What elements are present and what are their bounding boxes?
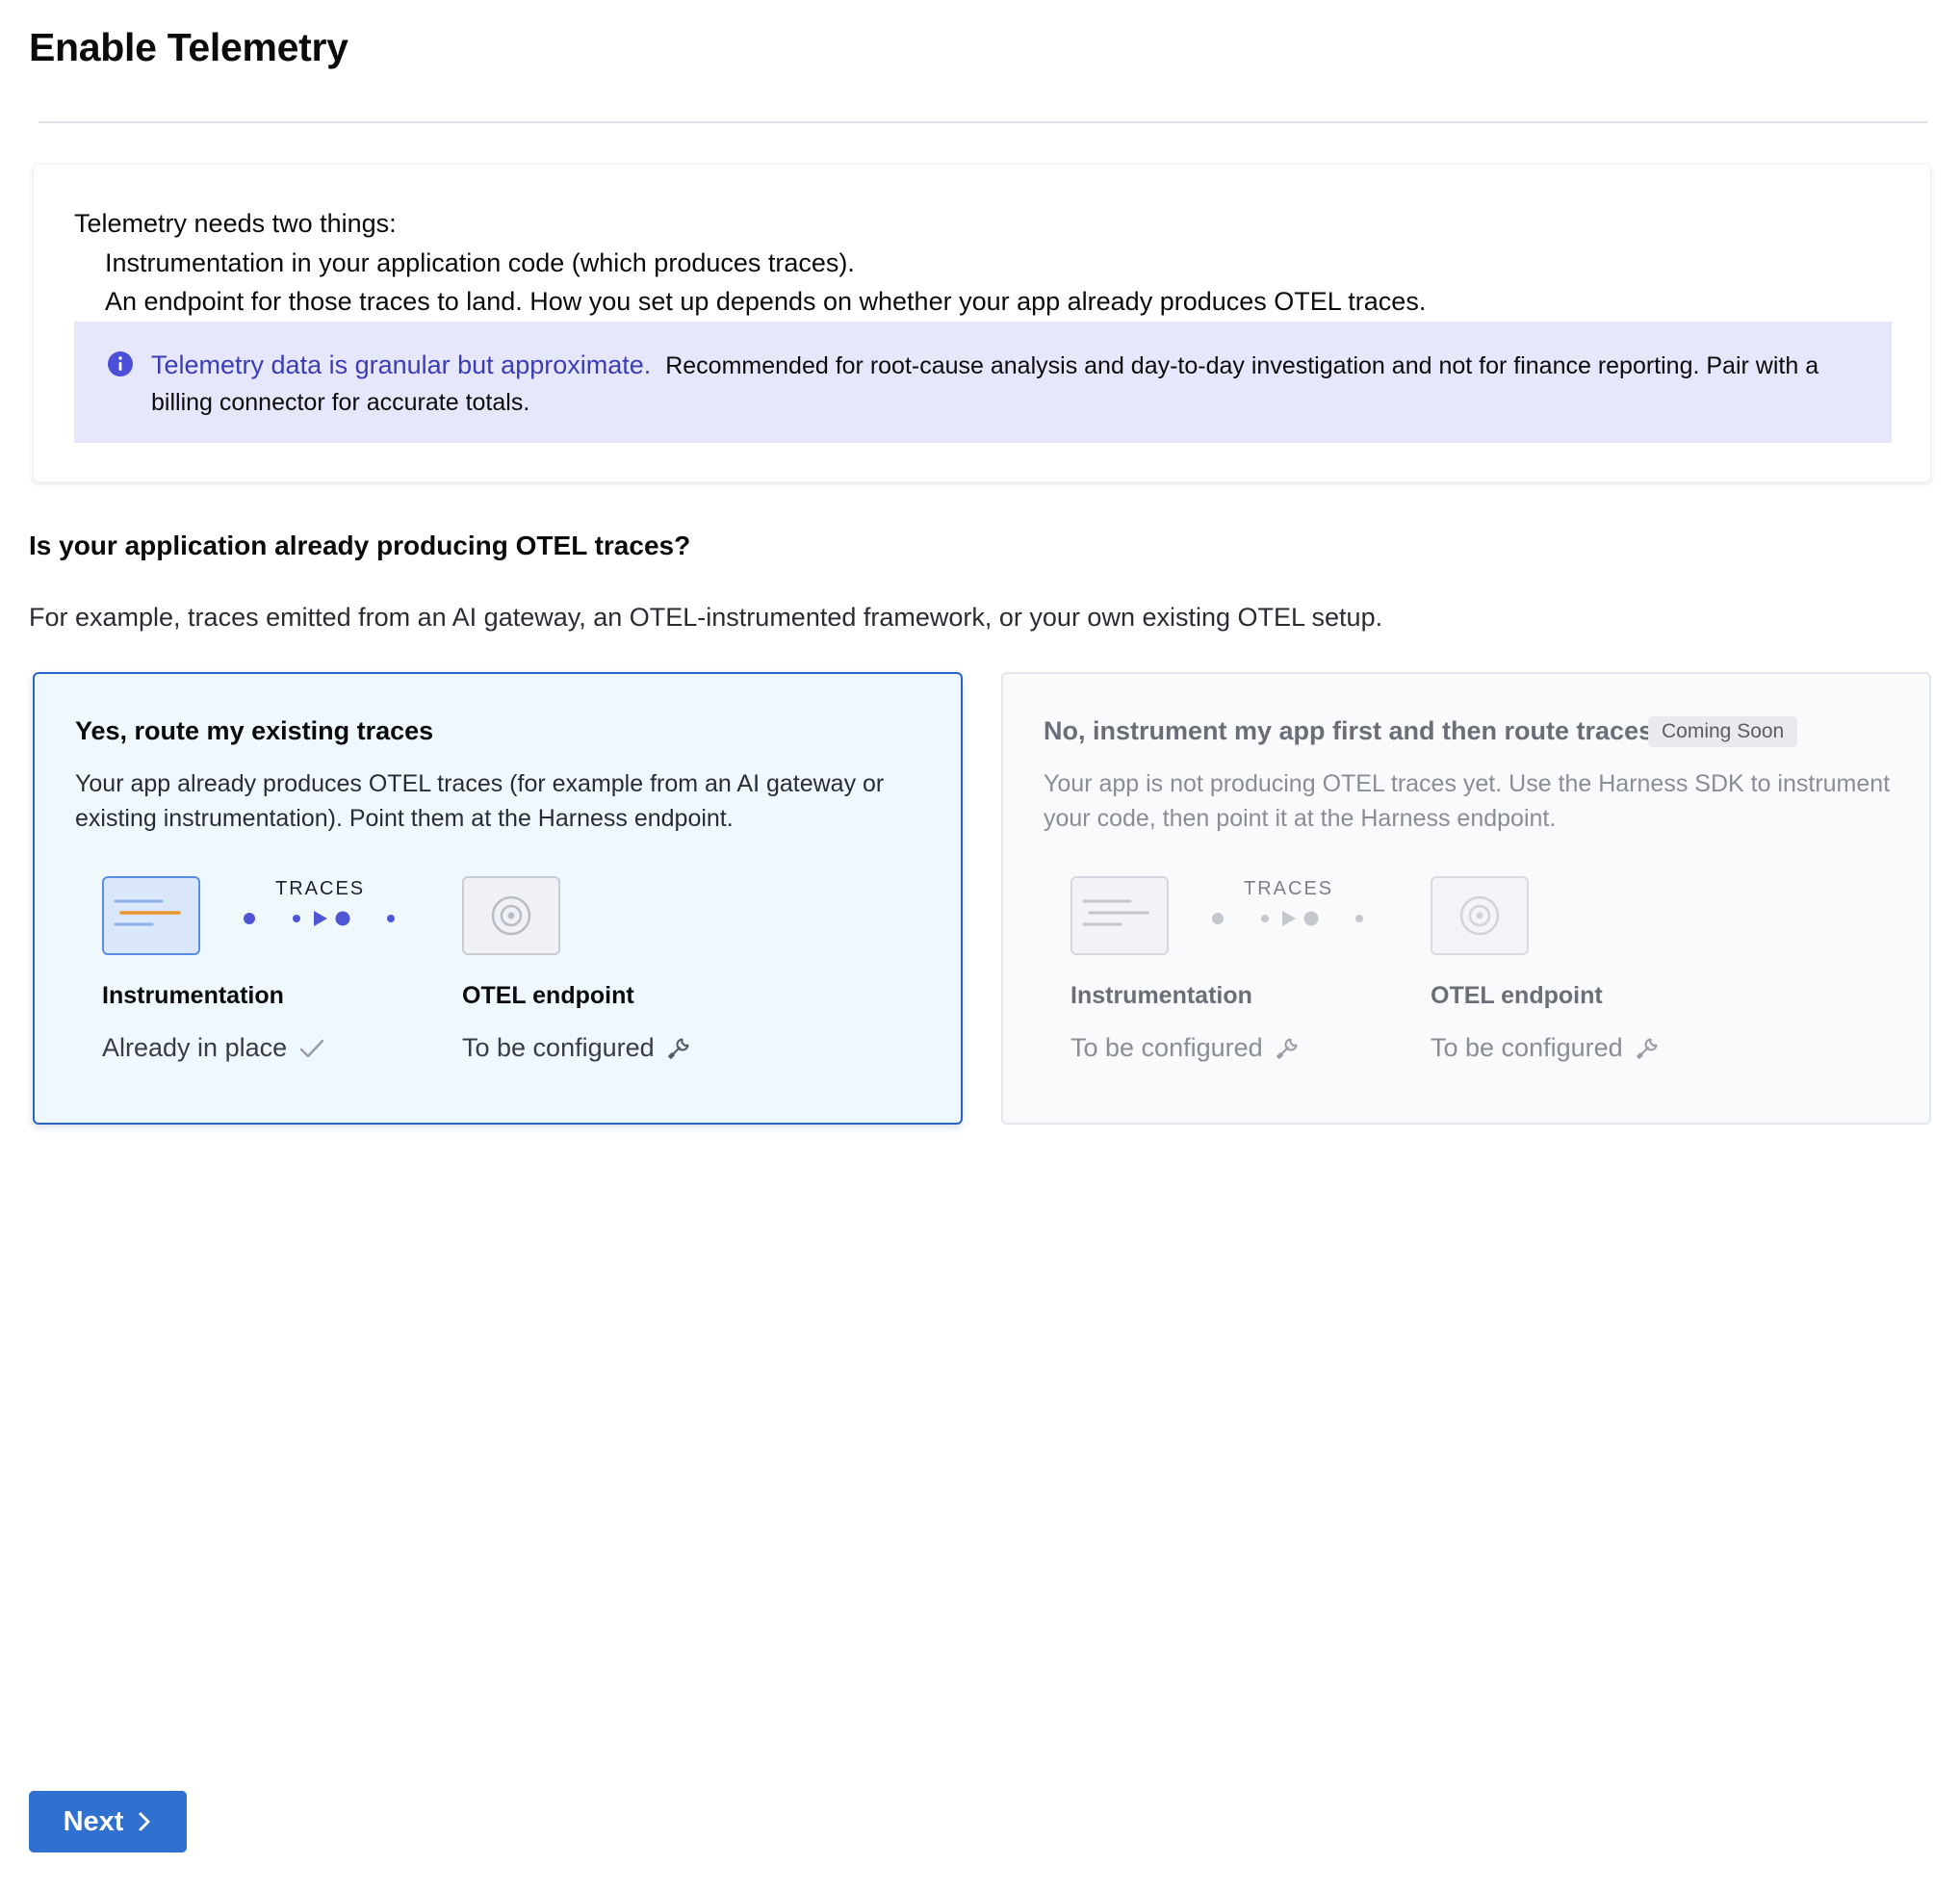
- endpoint-title: OTEL endpoint: [462, 982, 634, 1009]
- coming-soon-badge: Coming Soon: [1648, 716, 1798, 747]
- instrumentation-title: Instrumentation: [102, 982, 284, 1009]
- callout-title: Telemetry data is granular but approxima…: [151, 350, 652, 379]
- endpoint-status: To be configured: [1431, 1033, 1660, 1063]
- instrumentation-status: To be configured: [1070, 1033, 1300, 1063]
- check-icon: [299, 1039, 324, 1057]
- info-callout: Telemetry data is granular but approxima…: [74, 322, 1892, 443]
- intro-lead: Telemetry needs two things:: [74, 209, 397, 238]
- endpoint-status: To be configured: [462, 1033, 691, 1063]
- enable-telemetry-page: Enable Telemetry Telemetry needs two thi…: [0, 0, 1960, 1891]
- traces-label: TRACES: [275, 878, 366, 899]
- intro-item: Instrumentation in your application code…: [105, 248, 855, 277]
- trace-flow-arrow-icon: [1171, 911, 1431, 926]
- endpoint-column: OTEL endpoint To be configured: [1431, 982, 1660, 1063]
- instrumentation-title: Instrumentation: [1070, 982, 1252, 1009]
- code-document-icon: [102, 876, 200, 955]
- question-hint: For example, traces emitted from an AI g…: [29, 603, 1383, 632]
- code-document-icon: [1070, 876, 1169, 955]
- wrench-icon: [1636, 1038, 1658, 1059]
- question-title: Is your application already producing OT…: [29, 531, 691, 560]
- option-description: Your app is not producing OTEL traces ye…: [1044, 770, 1891, 832]
- endpoint-target-icon: [1431, 876, 1529, 955]
- intro-item: An endpoint for those traces to land. Ho…: [105, 287, 1427, 316]
- trace-flow-diagram: TRACES: [102, 876, 603, 963]
- header-divider: [39, 121, 1927, 123]
- instrumentation-status: Already in place: [102, 1033, 325, 1063]
- trace-flow-diagram: TRACES: [1070, 876, 1571, 963]
- trace-flow-arrow-icon: [202, 911, 462, 926]
- page-title: Enable Telemetry: [29, 25, 348, 69]
- next-button-label: Next: [63, 1805, 124, 1837]
- info-icon: [108, 351, 133, 376]
- instrumentation-column: Instrumentation To be configured: [1070, 982, 1300, 1063]
- intro-card: Telemetry needs two things: Instrumentat…: [33, 164, 1931, 482]
- endpoint-title: OTEL endpoint: [1431, 982, 1603, 1009]
- wrench-icon: [667, 1038, 689, 1059]
- next-button[interactable]: Next: [29, 1791, 187, 1852]
- option-title: Yes, route my existing traces: [75, 716, 434, 745]
- instrumentation-column: Instrumentation Already in place: [102, 982, 325, 1063]
- wrench-icon: [1276, 1038, 1298, 1059]
- endpoint-column: OTEL endpoint To be configured: [462, 982, 691, 1063]
- option-description: Your app already produces OTEL traces (f…: [75, 770, 885, 832]
- option-card-no[interactable]: No, instrument my app first and then rou…: [1001, 672, 1931, 1125]
- chevron-right-icon: [139, 1812, 150, 1831]
- traces-label: TRACES: [1244, 878, 1334, 899]
- option-title: No, instrument my app first and then rou…: [1044, 716, 1654, 745]
- callout-text: Telemetry data is granular but approxima…: [151, 347, 1865, 421]
- endpoint-target-icon: [462, 876, 560, 955]
- option-card-yes[interactable]: Yes, route my existing traces Your app a…: [33, 672, 963, 1125]
